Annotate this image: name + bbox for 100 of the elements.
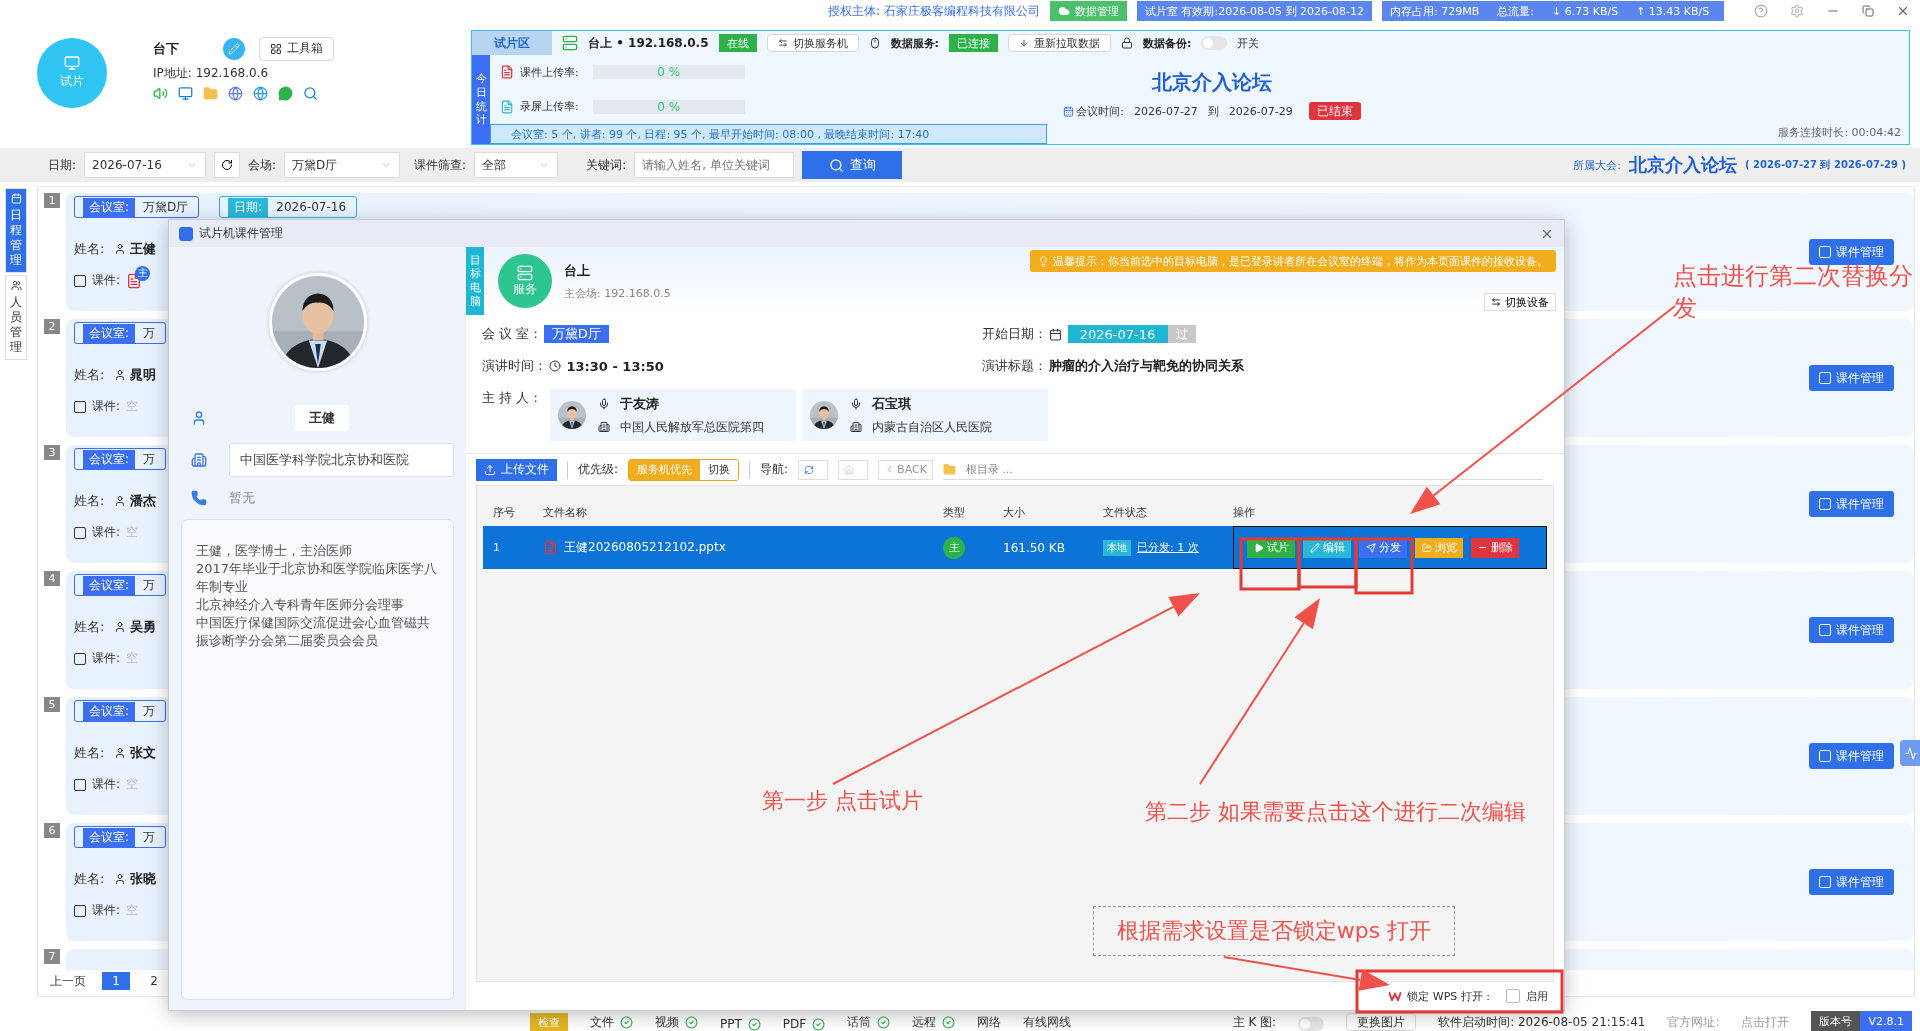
keyword-field[interactable]: 请输入姓名, 单位关键词 [634,152,795,178]
field-label: 开始日期 : [982,325,1043,343]
course-filter-select[interactable]: 全部 [474,152,559,178]
check-icon [942,1016,956,1029]
file-icon [500,65,514,80]
highlight-box [1297,537,1358,589]
check-icon [685,1016,698,1029]
name-label: 姓名: [74,492,105,510]
chat-icon[interactable] [278,85,293,101]
distribution-link[interactable]: 已分发: 1 次 [1137,540,1199,555]
website-link[interactable]: 点击打开 [1741,1014,1790,1031]
server-name: 台上 • 192.168.0.5 [588,34,709,52]
course-manage-button[interactable]: 课件管理 [1809,869,1894,895]
app-icon [179,226,193,241]
toggle-label: 开关 [1237,35,1260,51]
course-manage-button[interactable]: 课件管理 [1809,617,1894,643]
venue-select[interactable]: 万黛D厅 [284,152,401,178]
course-manage-button[interactable]: 课件管理 [1809,365,1894,391]
globe-icon[interactable] [228,85,243,101]
cloud-icon [1057,5,1070,17]
swap-icon [777,38,788,48]
check-icon [747,1017,761,1031]
speaker-name: 王健 [130,240,157,258]
speaker-name: 吴勇 [130,618,157,636]
switch-device-button[interactable]: 切换设备 [1484,293,1556,311]
check-label: 远程 [912,1014,937,1031]
checkbox-label: 启用 [1526,988,1548,1004]
help-icon[interactable] [1754,4,1768,18]
person-icon [114,873,127,885]
course-manage-button[interactable]: 课件管理 [1809,239,1894,265]
k-image-toggle[interactable] [1298,1017,1325,1031]
search-icon[interactable] [303,85,318,101]
person-icon [114,621,127,633]
status-badge: 已连接 [948,34,998,52]
server-icon [562,35,578,51]
backup-toggle[interactable] [1201,36,1228,50]
course-manage-button[interactable]: 课件管理 [1809,743,1894,769]
nav-tab[interactable]: 人员管理 [5,275,27,360]
speaker-name: 张文 [130,744,157,762]
filter-label: 日期: [48,156,77,174]
refresh-button[interactable] [214,152,241,178]
speaker-name: 晁明 [130,366,157,384]
p-icon [74,778,86,791]
upload-button[interactable]: 上传文件 [476,458,557,481]
edit-icon[interactable] [223,37,245,60]
search-button[interactable]: 查询 [802,151,903,179]
user-role: 台下 [153,39,179,58]
local-tag: 本地 [1103,539,1131,556]
data-management-button[interactable]: 数据管理 [1049,1,1127,21]
wps-lock-checkbox[interactable] [1506,989,1520,1003]
filter-label: 会场: [248,156,277,174]
monitor-icon[interactable] [178,85,193,101]
date-select[interactable]: 2026-07-16 [84,152,207,178]
hospital-field: 中国医学科学院北京协和医院 [229,443,454,477]
back-button[interactable]: BACK [878,459,933,480]
room-tag: 会议室: 万 [74,322,167,344]
change-image-button[interactable]: 更换图片 [1346,1013,1417,1031]
monitor-button[interactable] [1900,740,1920,766]
row-number: 4 [44,571,60,586]
refetch-button[interactable]: 重新拉取数据 [1007,34,1111,52]
name-label: 姓名: [74,870,105,888]
area-tab[interactable]: 试片区 [472,31,552,55]
course-manage-button[interactable]: 课件管理 [1809,491,1894,517]
bio-text: 北京神经介入专科青年医师分会理事 [196,596,405,614]
wps-icon [1389,991,1402,1001]
version-number: V2.8.1 [1860,1011,1912,1031]
page-button[interactable]: 1 [102,972,130,990]
p-icon [1819,750,1831,762]
check-label: PDF [782,1017,807,1031]
folder-icon[interactable] [203,85,218,101]
column-header: 序号 [493,504,516,520]
file-row[interactable]: 1 王健20260805212102.pptx 主 161.50 KB 本地 已分发: 1 次 试片 编辑 分发 浏览 删除 [483,526,1547,569]
settings-icon[interactable] [1790,4,1804,18]
column-header: 文件状态 [1103,504,1148,520]
row-number: 5 [44,697,60,712]
toolbox-button[interactable]: 工具箱 [259,36,334,61]
speaker-icon[interactable] [153,85,168,101]
course-label: 课件: [92,524,121,541]
delete-button[interactable]: 删除 [1471,537,1519,558]
globe-icon[interactable] [253,85,268,101]
phone-value: 暂无 [229,489,255,507]
p-icon [74,400,86,413]
building-icon [849,421,862,433]
licensee-text: 授权主体: 石家庄极客编程科技有限公司 [828,2,1040,20]
file-name: 王健20260805212102.pptx [564,539,726,556]
close-icon[interactable] [1896,4,1910,18]
calendar-icon [10,193,22,204]
conference-title: 北京介入论坛 [1152,69,1272,96]
conference-name: 北京介入论坛 [1629,153,1737,177]
annotation-text: 第二步 如果需要点击这个进行二次编辑 [1145,798,1526,826]
switch-server-button[interactable]: 切换服务机 [766,34,859,52]
restore-icon[interactable] [1862,5,1874,17]
speaker-name: 张晓 [130,870,157,888]
down-arrow-icon [1018,38,1029,48]
home-button[interactable] [838,459,869,480]
nav-tab[interactable]: 日程管理 [5,188,27,273]
speaker-name: 潘杰 [130,492,157,510]
column-header: 大小 [1003,504,1026,520]
validity-badge: 试片室 有效期:2026-08-05 到 2026-08-12 [1136,1,1372,21]
pencil-icon [1309,542,1320,553]
